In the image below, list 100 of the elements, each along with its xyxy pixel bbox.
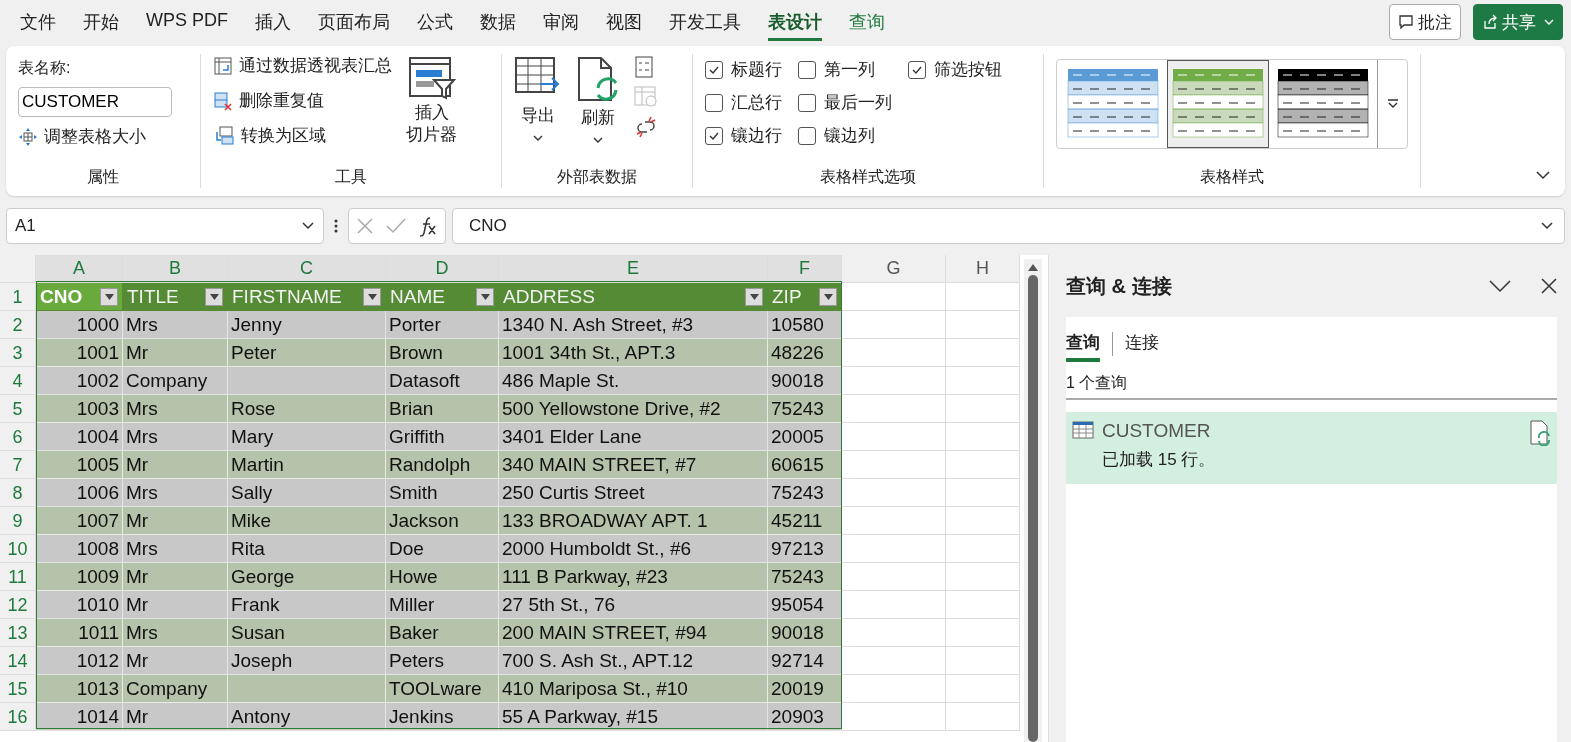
row-header[interactable]: 8	[0, 479, 36, 507]
pivot-summary-button[interactable]: 通过数据透视表汇总	[213, 54, 392, 77]
panel-tab[interactable]: 连接	[1125, 326, 1159, 362]
table-cell: 1010	[36, 591, 123, 619]
row-header[interactable]: 10	[0, 535, 36, 563]
column-header[interactable]: D	[386, 255, 499, 283]
properties-icon[interactable]	[634, 56, 654, 78]
menu-tab[interactable]: 页面布局	[318, 3, 390, 41]
filter-dropdown-icon[interactable]	[819, 287, 837, 306]
menu-tab[interactable]: 公式	[417, 3, 453, 41]
insert-slicer-button[interactable]: 插入 切片器	[406, 54, 457, 163]
refresh-document-icon[interactable]	[1529, 420, 1551, 446]
scroll-up-icon[interactable]	[1028, 263, 1038, 271]
formula-field[interactable]: CNO	[452, 208, 1565, 244]
table-header-cell[interactable]: NAME	[386, 283, 499, 311]
row-header[interactable]: 1	[0, 283, 36, 311]
caret-icon	[593, 137, 603, 143]
export-button[interactable]: 导出	[514, 54, 562, 163]
row-header[interactable]: 12	[0, 591, 36, 619]
panel-tab[interactable]: 查询	[1066, 326, 1100, 362]
collapse-icon[interactable]	[1489, 279, 1511, 293]
column-header[interactable]: F	[768, 255, 842, 283]
row-header[interactable]: 4	[0, 367, 36, 395]
table-cell: Mr	[123, 591, 228, 619]
table-name-field[interactable]: CUSTOMER	[18, 87, 172, 117]
query-count: 1 个查询	[1066, 373, 1129, 393]
style-option-checkbox[interactable]: 最后一列	[798, 91, 892, 114]
table-header-cell[interactable]: FIRSTNAME	[228, 283, 386, 311]
table-style-thumbnail[interactable]	[1167, 60, 1269, 148]
column-header[interactable]: B	[123, 255, 228, 283]
column-header[interactable]: H	[946, 255, 1020, 283]
style-option-checkbox[interactable]: 汇总行	[705, 91, 782, 114]
table-cell: Jenkins	[386, 703, 499, 731]
style-option-checkbox[interactable]: 镶边列	[798, 124, 892, 147]
table-cell: 250 Curtis Street	[499, 479, 768, 507]
style-option-checkbox[interactable]: 第一列	[798, 58, 892, 81]
table-cell: Rose	[228, 395, 386, 423]
style-option-checkbox[interactable]: 筛选按钮	[908, 58, 1002, 81]
table-header-cell[interactable]: ZIP	[768, 283, 842, 311]
filter-dropdown-icon[interactable]	[100, 287, 118, 306]
table-cell: 1340 N. Ash Street, #3	[499, 311, 768, 339]
style-option-checkbox[interactable]: 镶边行	[705, 124, 782, 147]
function-icon[interactable]	[417, 215, 439, 237]
style-option-checkbox[interactable]: 标题行	[705, 58, 782, 81]
menu-tab[interactable]: 插入	[255, 3, 291, 41]
menu-tab[interactable]: 开发工具	[669, 3, 741, 41]
refresh-button[interactable]: 刷新	[576, 54, 620, 163]
menu-tab[interactable]: 审阅	[543, 3, 579, 41]
table-cell: 1004	[36, 423, 123, 451]
table-cell: 2000 Humboldt St., #6	[499, 535, 768, 563]
comment-button[interactable]: 批注	[1389, 4, 1461, 40]
menu-tab[interactable]: 数据	[480, 3, 516, 41]
menu-tab[interactable]: 开始	[83, 3, 119, 41]
filter-dropdown-icon[interactable]	[476, 287, 494, 306]
table-cell: 1011	[36, 619, 123, 647]
table-cell: Jenny	[228, 311, 386, 339]
expand-icon[interactable]	[1540, 221, 1554, 231]
table-cell: Mrs	[123, 423, 228, 451]
row-header[interactable]: 15	[0, 675, 36, 703]
remove-duplicates-button[interactable]: 删除重复值	[213, 89, 392, 112]
row-header[interactable]: 9	[0, 507, 36, 535]
row-header[interactable]: 7	[0, 451, 36, 479]
row-header[interactable]: 5	[0, 395, 36, 423]
filter-dropdown-icon[interactable]	[205, 287, 223, 306]
group-label: 表格样式选项	[819, 167, 917, 187]
vertical-scrollbar[interactable]	[1024, 259, 1042, 742]
filter-dropdown-icon[interactable]	[745, 287, 763, 306]
dropdown-icon[interactable]	[301, 221, 315, 231]
row-header[interactable]: 6	[0, 423, 36, 451]
row-header[interactable]: 13	[0, 619, 36, 647]
menu-tab[interactable]: 文件	[20, 3, 56, 41]
column-header[interactable]: C	[228, 255, 386, 283]
filter-dropdown-icon[interactable]	[363, 287, 381, 306]
table-header-cell[interactable]: ADDRESS	[499, 283, 768, 311]
row-header[interactable]: 16	[0, 703, 36, 731]
share-button[interactable]: 共享	[1473, 4, 1563, 40]
row-header[interactable]: 14	[0, 647, 36, 675]
group-label: 工具	[334, 167, 368, 187]
column-header[interactable]: G	[842, 255, 946, 283]
row-header[interactable]: 11	[0, 563, 36, 591]
table-cell: Griffith	[386, 423, 499, 451]
menu-tab[interactable]: 查询	[849, 3, 885, 41]
close-icon[interactable]	[1541, 278, 1557, 294]
table-cell: Jackson	[386, 507, 499, 535]
query-item[interactable]: CUSTOMER 已加载 15 行。	[1066, 412, 1557, 484]
unlink-icon[interactable]	[634, 116, 658, 138]
column-header[interactable]: E	[499, 255, 768, 283]
table-header-cell[interactable]: TITLE	[123, 283, 228, 311]
table-cell: Mr	[123, 507, 228, 535]
menu-tab[interactable]: 表设计	[768, 3, 822, 41]
table-cell: 20005	[768, 423, 842, 451]
column-header[interactable]: A	[36, 255, 123, 283]
row-header[interactable]: 3	[0, 339, 36, 367]
row-header[interactable]: 2	[0, 311, 36, 339]
table-cell: Sally	[228, 479, 386, 507]
menu-tab[interactable]: 视图	[606, 3, 642, 41]
name-box[interactable]: A1	[6, 208, 324, 244]
convert-to-range-button[interactable]: 转换为区域	[213, 124, 392, 147]
menu-tab[interactable]: WPS PDF	[146, 3, 228, 41]
resize-table-button[interactable]: 调整表格大小	[18, 125, 188, 148]
